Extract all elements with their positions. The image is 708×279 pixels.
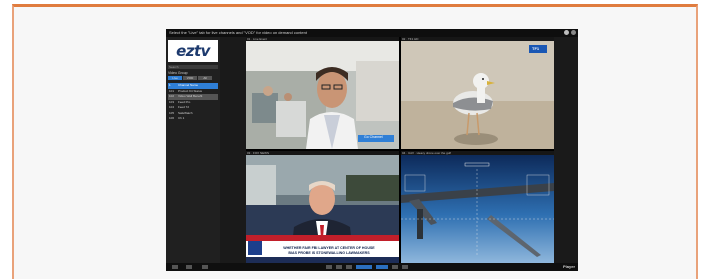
- video-tile-3[interactable]: 03 · FOX NEWS WHETHER FAIR FBI LAWYER AT…: [246, 151, 399, 263]
- tab-vod[interactable]: VOD: [183, 76, 197, 80]
- logo-text: eztv: [176, 42, 210, 60]
- video-group-label: Video Group: [168, 71, 188, 75]
- news-headline-line-1: WHETHER FAIR FBI LAWYER AT CENTER OF HOU…: [283, 246, 375, 251]
- video-tile-2[interactable]: 02 · TF1 HD TF1: [401, 37, 554, 149]
- tab-live[interactable]: Live: [168, 76, 182, 80]
- close-icon[interactable]: [571, 30, 576, 35]
- screenshot-card: Select the "Live" tab for live channels …: [12, 4, 698, 279]
- fullscreen-button[interactable]: [402, 265, 408, 269]
- video-wall-grid: 01 · Live Event Go Channel 02 · TF1 HD T…: [246, 37, 554, 263]
- go-channel-label[interactable]: Go Channel: [364, 135, 383, 139]
- layout-3-button[interactable]: [346, 265, 352, 269]
- settings-icon[interactable]: [564, 30, 569, 35]
- seagull-video: [401, 41, 554, 149]
- tf1-logo: TF1: [532, 46, 540, 51]
- tile-header: 04 · UAV · Heavy drone over the gulf: [401, 151, 554, 155]
- player-toolbar: Player: [166, 263, 578, 271]
- volume-button[interactable]: [392, 265, 398, 269]
- news-headline: WHETHER FAIR FBI LAWYER AT CENTER OF HOU…: [264, 246, 394, 255]
- search-input[interactable]: Search: [168, 65, 218, 69]
- sidebar-tab-row: Live VOD All: [168, 76, 220, 81]
- tile-header: 02 · TF1 HD: [401, 37, 554, 41]
- channel-item[interactable]: 106 Ch 1: [168, 116, 218, 122]
- tab-all[interactable]: All: [198, 76, 212, 80]
- video-tile-4[interactable]: 04 · UAV · Heavy drone over the gulf: [401, 151, 554, 263]
- player-brand: Player: [562, 264, 575, 269]
- layout-2-button[interactable]: [336, 265, 342, 269]
- quad-view-button[interactable]: [376, 265, 388, 269]
- layout-1-button[interactable]: [326, 265, 332, 269]
- layout-4-button[interactable]: [356, 265, 372, 269]
- news-headline-line-2: BIAS PROBE IS STONEWALLING LAWMAKERS: [288, 250, 370, 255]
- home-button[interactable]: [172, 265, 178, 269]
- search-placeholder: Search: [169, 65, 179, 69]
- tile-header: 03 · FOX NEWS: [246, 151, 399, 155]
- channel-sidebar: eztv Search Video Group Live VOD All 1 Ch…: [166, 37, 220, 271]
- channel-list: 1 Channel Name 101 Product Kit Status 102 V…: [168, 83, 218, 122]
- list-button[interactable]: [202, 265, 208, 269]
- tile-header: 01 · Live Event: [246, 37, 399, 41]
- menu-button[interactable]: [186, 265, 192, 269]
- aerial-drone-video: [401, 155, 554, 263]
- video-tile-1[interactable]: 01 · Live Event Go Channel: [246, 37, 399, 149]
- office-interview-video: [246, 41, 399, 149]
- app-title-text: Select the "Live" tab for live channels …: [169, 30, 307, 35]
- eztv-app-window: Select the "Live" tab for live channels …: [166, 29, 578, 271]
- app-title-bar: Select the "Live" tab for live channels …: [166, 29, 578, 37]
- eztv-logo: eztv: [168, 40, 218, 62]
